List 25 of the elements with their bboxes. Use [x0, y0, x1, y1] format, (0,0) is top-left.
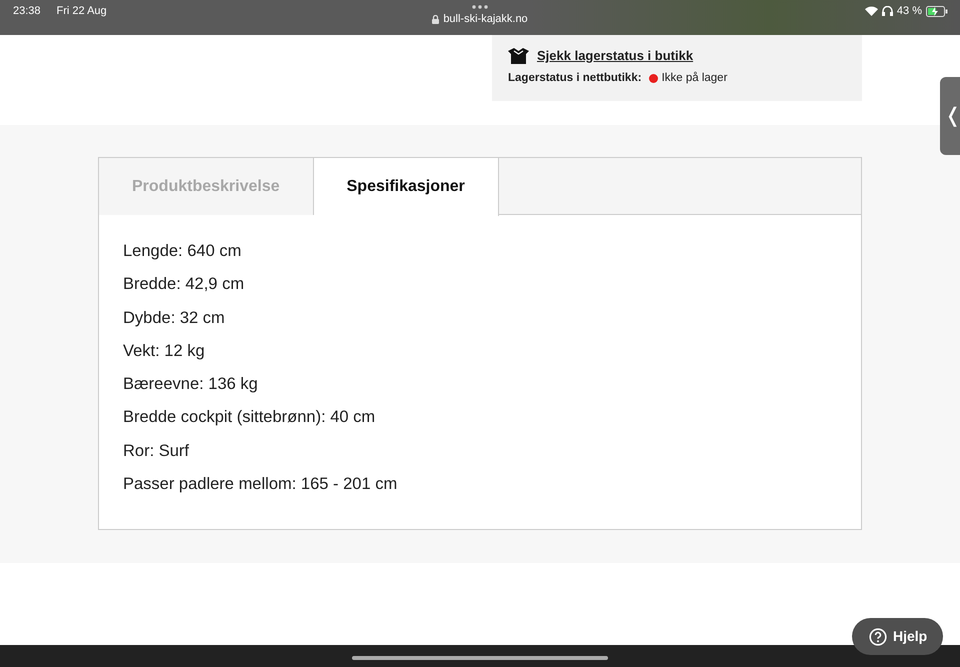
side-tab-button[interactable]: ❬: [940, 77, 960, 155]
help-button[interactable]: Hjelp: [852, 618, 943, 655]
spec-text: Vekt: 12 kg: [123, 340, 206, 362]
battery-icon: [926, 6, 948, 17]
wifi-icon: [864, 6, 878, 16]
spec-text: Bredde cockpit (sittebrønn): 40 cm: [123, 407, 376, 428]
spec-text: Dybde: 32 cm: [123, 308, 226, 329]
clock-time: 23:38: [13, 4, 41, 19]
battery-percent: 43 %: [896, 4, 922, 19]
lock-icon: [432, 14, 440, 24]
stock-status: Ikke på lager: [662, 70, 728, 86]
headphones-icon: [882, 6, 893, 16]
date-text: Fri 22 Aug: [56, 4, 107, 19]
store-stock-link[interactable]: Sjekk lagerstatus i butikk: [537, 46, 694, 66]
spec-text: Ror: Surf: [123, 440, 190, 462]
stock-label: Lagerstatus i nettbutikk:: [508, 70, 642, 86]
spec-text: Bredde: 42,9 cm: [123, 274, 246, 296]
url-text[interactable]: bull-ski-kajakk.no: [443, 11, 528, 28]
help-icon: [869, 628, 887, 646]
spec-text: Passer padlere mellom: 165 - 201 cm: [123, 474, 398, 496]
tab[interactable]: Spesifikasjoner: [314, 158, 499, 216]
more-icon[interactable]: [472, 5, 488, 9]
spec-text: Bæreevne: 136 kg: [123, 374, 259, 396]
spec-text: Lengde: 640 cm: [123, 241, 242, 262]
box-icon: [508, 48, 529, 64]
